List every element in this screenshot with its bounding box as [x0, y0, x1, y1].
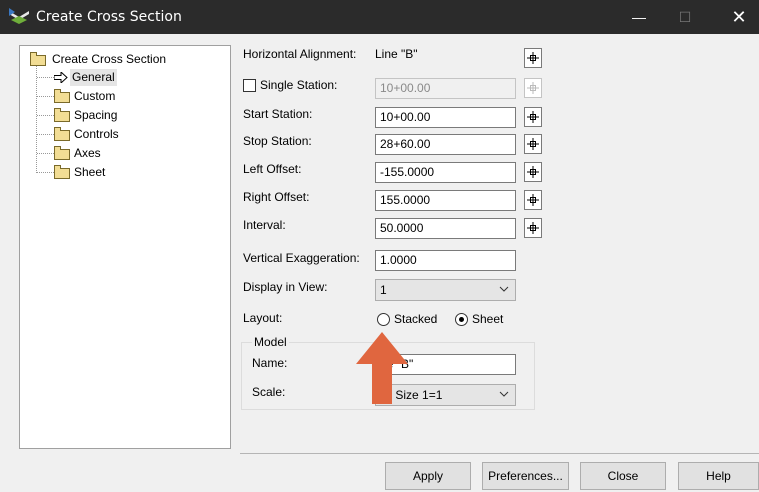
tree-connector [36, 66, 37, 173]
right-offset-label: Right Offset: [243, 190, 310, 204]
left-offset-pick-button[interactable] [524, 162, 542, 182]
target-pick-icon [527, 166, 539, 178]
single-station-pick-button[interactable] [524, 78, 542, 98]
model-scale-label: Scale: [252, 385, 286, 399]
start-station-label: Start Station: [243, 107, 313, 121]
preferences-button[interactable]: Preferences... [482, 462, 569, 490]
layout-stacked-radio[interactable] [377, 313, 390, 326]
left-offset-label: Left Offset: [243, 162, 302, 176]
interval-input[interactable]: 50.0000 [375, 218, 516, 239]
start-station-pick-button[interactable] [524, 107, 542, 127]
right-offset-pick-button[interactable] [524, 190, 542, 210]
chevron-down-icon [499, 286, 509, 292]
tree-connector [37, 172, 54, 173]
arrow-right-icon [54, 72, 68, 83]
horizontal-alignment-label: Horizontal Alignment: [243, 47, 357, 61]
single-station-label: Single Station: [260, 78, 338, 92]
interval-label: Interval: [243, 218, 286, 232]
interval-pick-button[interactable] [524, 218, 542, 238]
window-title: Create Cross Section [36, 9, 182, 25]
chevron-down-icon [499, 391, 509, 397]
horizontal-alignment-pick-button[interactable] [524, 48, 542, 68]
folder-icon [54, 146, 70, 160]
right-offset-input[interactable]: 155.0000 [375, 190, 516, 211]
apply-button[interactable]: Apply [385, 462, 471, 490]
horizontal-alignment-value: Line "B" [375, 47, 418, 61]
tree-item-label: General [70, 69, 117, 86]
layout-stacked-label: Stacked [394, 312, 438, 326]
model-name-label: Name: [252, 356, 288, 370]
title-bar: Create Cross Section — ☐ ✕ [0, 0, 759, 34]
single-station-checkbox[interactable] [243, 79, 256, 92]
single-station-input[interactable]: 10+00.00 [375, 78, 516, 99]
layout-label: Layout: [243, 311, 283, 325]
stop-station-label: Stop Station: [243, 134, 312, 148]
layout-sheet-radio[interactable] [455, 313, 468, 326]
navigation-tree[interactable]: Create Cross Section General Custom Spac… [19, 45, 231, 449]
stop-station-input[interactable]: 28+60.00 [375, 134, 516, 155]
tree-connector [37, 153, 54, 154]
app-logo-icon [9, 8, 29, 24]
folder-icon [54, 108, 70, 122]
display-in-view-select[interactable]: 1 [375, 279, 516, 301]
stop-station-pick-button[interactable] [524, 134, 542, 154]
tree-item-label: Controls [74, 127, 119, 141]
close-button[interactable]: Close [580, 462, 666, 490]
target-pick-icon [527, 111, 539, 123]
annotation-arrow-icon [356, 332, 408, 404]
maximize-button[interactable]: ☐ [662, 0, 708, 34]
left-offset-input[interactable]: -155.0000 [375, 162, 516, 183]
tree-item-label: Sheet [74, 165, 106, 179]
target-pick-icon [527, 82, 539, 94]
tree-connector [37, 96, 54, 97]
vertical-exaggeration-label: Vertical Exaggeration: [243, 251, 360, 265]
tree-item-label: Spacing [74, 108, 118, 122]
close-window-button[interactable]: ✕ [716, 0, 759, 34]
display-in-view-value: 1 [380, 283, 387, 297]
target-pick-icon [527, 194, 539, 206]
tree-connector [37, 115, 54, 116]
folder-icon [54, 89, 70, 103]
start-station-input[interactable]: 10+00.00 [375, 107, 516, 128]
target-pick-icon [527, 138, 539, 150]
target-pick-icon [527, 52, 539, 64]
tree-connector [37, 77, 54, 78]
tree-item-label: Axes [74, 146, 101, 160]
folder-icon [54, 127, 70, 141]
target-pick-icon [527, 222, 539, 234]
footer-divider [240, 453, 759, 454]
vertical-exaggeration-input[interactable]: 1.0000 [375, 250, 516, 271]
model-group-label: Model [252, 335, 289, 349]
tree-connector [37, 134, 54, 135]
minimize-button[interactable]: — [616, 0, 662, 34]
open-folder-icon [30, 52, 46, 66]
tree-item-label: Custom [74, 89, 116, 103]
folder-icon [54, 165, 70, 179]
help-button[interactable]: Help [678, 462, 759, 490]
display-in-view-label: Display in View: [243, 280, 328, 294]
tree-root-label: Create Cross Section [52, 52, 167, 66]
layout-sheet-label: Sheet [472, 312, 504, 326]
